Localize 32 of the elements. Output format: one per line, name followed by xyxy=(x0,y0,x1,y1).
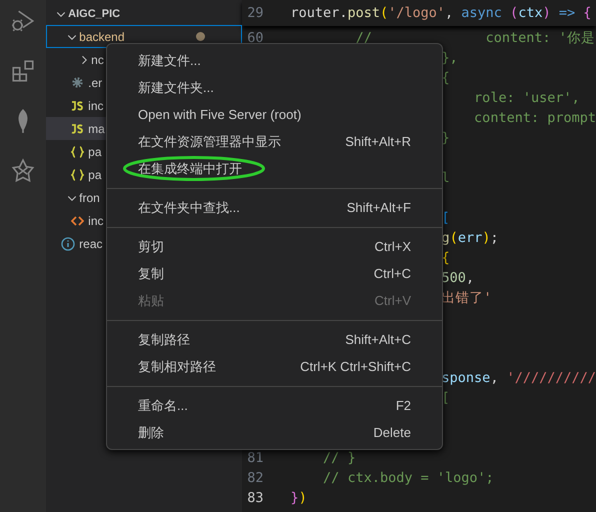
file-name: inc xyxy=(88,98,104,112)
file-name: nc xyxy=(91,52,104,66)
file-name: pa xyxy=(88,144,102,158)
file-name: inc xyxy=(88,214,104,228)
code-line: { xyxy=(442,250,450,266)
file-name: pa xyxy=(88,168,102,182)
code-line: router.post('/logo', async (ctx) => { xyxy=(290,5,592,21)
line-number: 83 xyxy=(246,490,264,506)
code-line: // content: '你是 xyxy=(354,29,595,47)
code-line: l xyxy=(442,170,450,186)
code-line: { xyxy=(442,70,450,86)
code-line: content: prompt xyxy=(473,110,596,126)
code-line: } xyxy=(442,130,450,146)
file-name: ma xyxy=(88,122,105,136)
line-number: 82 xyxy=(246,470,264,486)
line-number: 29 xyxy=(246,5,264,21)
file-name: .er xyxy=(88,76,102,90)
code-line: 500, xyxy=(442,270,474,286)
file-name: reac xyxy=(79,236,102,250)
code-line: }, xyxy=(442,50,458,66)
code-line: sponse, '////////// xyxy=(442,370,596,386)
line-number: 60 xyxy=(246,30,264,46)
code-line: // ctx.body = 'logo'; xyxy=(322,470,494,486)
code-line: [ xyxy=(442,390,450,406)
file-name: fron xyxy=(79,190,100,204)
file-name: backend xyxy=(79,30,125,44)
code-line: }) xyxy=(290,490,307,506)
code-line: // } xyxy=(322,450,356,466)
workspace-name: AIGC_PIC xyxy=(68,8,120,20)
code-line: [ xyxy=(442,210,450,226)
line-number: 81 xyxy=(246,450,264,466)
code-line: role: 'user', xyxy=(473,90,580,106)
